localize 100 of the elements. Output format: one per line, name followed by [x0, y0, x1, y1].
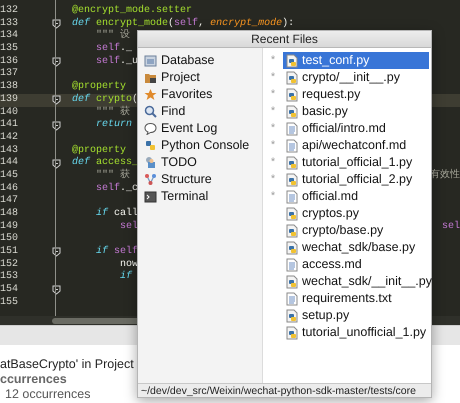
python-file-icon — [285, 326, 298, 340]
line-number: 152 — [0, 258, 20, 271]
code-text: """ 获 — [95, 106, 130, 119]
line-number: 136 — [0, 56, 20, 68]
code-text: self._ — [95, 43, 132, 56]
recent-file-item[interactable]: wechat_sdk/base.py — [283, 239, 429, 256]
recent-file-item[interactable]: tutorial_official_2.py — [283, 171, 429, 188]
recent-file-item[interactable]: tutorial_official_1.py — [283, 154, 429, 171]
document-icon — [285, 258, 298, 272]
occurrences-text: ccurrences — [0, 372, 67, 387]
folder-icon — [144, 71, 157, 84]
python-file-icon — [285, 274, 298, 288]
code-text: sel — [119, 220, 138, 234]
python-file-icon — [285, 70, 298, 84]
line-number: 141 — [0, 119, 20, 132]
line-number: 151 — [0, 246, 20, 259]
modified-mark: * — [270, 155, 276, 170]
code-text: self._u — [95, 56, 138, 68]
recent-file-item[interactable]: tutorial_unofficial_1.py — [283, 324, 429, 341]
recent-file-item[interactable]: official/intro.md — [283, 120, 429, 137]
tool-window-item[interactable]: TODO — [138, 154, 262, 171]
code-text: @property — [72, 81, 126, 94]
path-text: ~/dev/dev_src/Weixin/wechat-python-sdk-master/tests/core — [138, 383, 431, 397]
recent-file-item[interactable]: official.md — [283, 188, 429, 205]
modified-mark: * — [270, 104, 276, 120]
python-file-icon — [285, 224, 298, 238]
tool-window-item[interactable]: Favorites — [138, 86, 262, 103]
line-number: 154 — [0, 284, 20, 297]
modified-mark: * — [270, 87, 276, 102]
recent-file-item[interactable]: access.md — [283, 256, 429, 273]
code-text: self._c — [95, 182, 138, 196]
code-text: if self — [95, 246, 138, 259]
modified-mark: * — [270, 70, 276, 86]
code-text: def access_ — [72, 157, 138, 168]
document-icon — [285, 138, 298, 152]
recent-file-item[interactable]: setup.py — [283, 307, 429, 324]
popup-title: Recent Files — [138, 31, 431, 48]
line-number: 140 — [0, 106, 20, 119]
modified-mark: * — [270, 121, 276, 136]
recent-file-item[interactable]: crypto/__init__.py — [283, 69, 429, 86]
modified-mark: * — [270, 53, 276, 68]
modified-mark: * — [270, 138, 276, 154]
python-file-icon — [285, 206, 298, 220]
code-text: def encrypt_mode(self, encrypt_mode): — [72, 18, 294, 29]
recent-file-item[interactable]: cryptos.py — [283, 205, 429, 222]
tool-window-item[interactable]: Terminal — [138, 188, 262, 205]
line-number: 139 — [0, 94, 20, 107]
terminal-icon — [144, 190, 157, 203]
code-text: """ 设 — [95, 30, 130, 42]
occurrences-text: 12 occurrences — [4, 387, 90, 402]
tool-window-item[interactable]: Project — [138, 69, 262, 86]
document-icon — [285, 122, 298, 136]
tool-window-item[interactable]: Find — [138, 103, 262, 120]
line-number: 145 — [0, 170, 20, 183]
line-number: 144 — [0, 157, 20, 170]
recent-file-item[interactable]: requirements.txt — [283, 290, 429, 307]
python-file-icon — [285, 156, 298, 170]
line-number: 135 — [0, 43, 20, 56]
person-icon — [144, 156, 157, 169]
tool-window-item[interactable]: Structure — [138, 171, 262, 188]
line-number: 133 — [0, 18, 20, 30]
line-number: 148 — [0, 208, 20, 221]
star-icon — [144, 88, 157, 101]
line-number: 138 — [0, 81, 20, 94]
line-number: 153 — [0, 271, 20, 284]
tool-window-item[interactable]: Event Log — [138, 120, 262, 137]
code-text: """ 获 — [95, 170, 130, 182]
speech-bubble-icon — [144, 122, 157, 135]
code-text: def crypto( — [72, 94, 138, 106]
code-text: @encrypt_mode.setter — [72, 5, 192, 18]
recent-file-item[interactable]: api/wechatconf.md — [283, 137, 429, 154]
code-text: @property — [72, 144, 126, 156]
structure-icon — [144, 173, 157, 186]
line-number: 143 — [0, 144, 20, 157]
recent-file-item[interactable]: request.py — [283, 86, 429, 103]
code-text: if call — [95, 208, 138, 220]
line-number: 150 — [0, 233, 20, 246]
line-number: 137 — [0, 68, 20, 81]
code-text: return — [95, 119, 132, 132]
recent-file-item[interactable]: basic.py — [283, 103, 429, 120]
line-number: 134 — [0, 30, 20, 43]
line-number: 132 — [0, 5, 20, 18]
recent-file-item[interactable]: crypto/base.py — [283, 222, 429, 239]
search-icon — [144, 105, 157, 118]
tool-window-item[interactable]: Database — [138, 52, 262, 69]
tool-window-item[interactable]: Python Console — [138, 137, 262, 154]
line-number: 147 — [0, 195, 20, 208]
python-icon — [144, 139, 157, 152]
recent-file-item[interactable]: test_conf.py — [283, 52, 429, 69]
code-text: sel — [442, 220, 460, 234]
modified-mark: * — [270, 172, 276, 188]
code-text: if — [119, 271, 132, 284]
line-number: 142 — [0, 132, 20, 145]
python-file-icon — [285, 172, 298, 186]
modified-mark: * — [270, 189, 276, 204]
database-icon — [144, 54, 157, 67]
line-number: 146 — [0, 182, 20, 195]
python-file-icon — [285, 240, 298, 254]
document-icon — [285, 190, 298, 204]
python-file-icon — [285, 88, 298, 102]
